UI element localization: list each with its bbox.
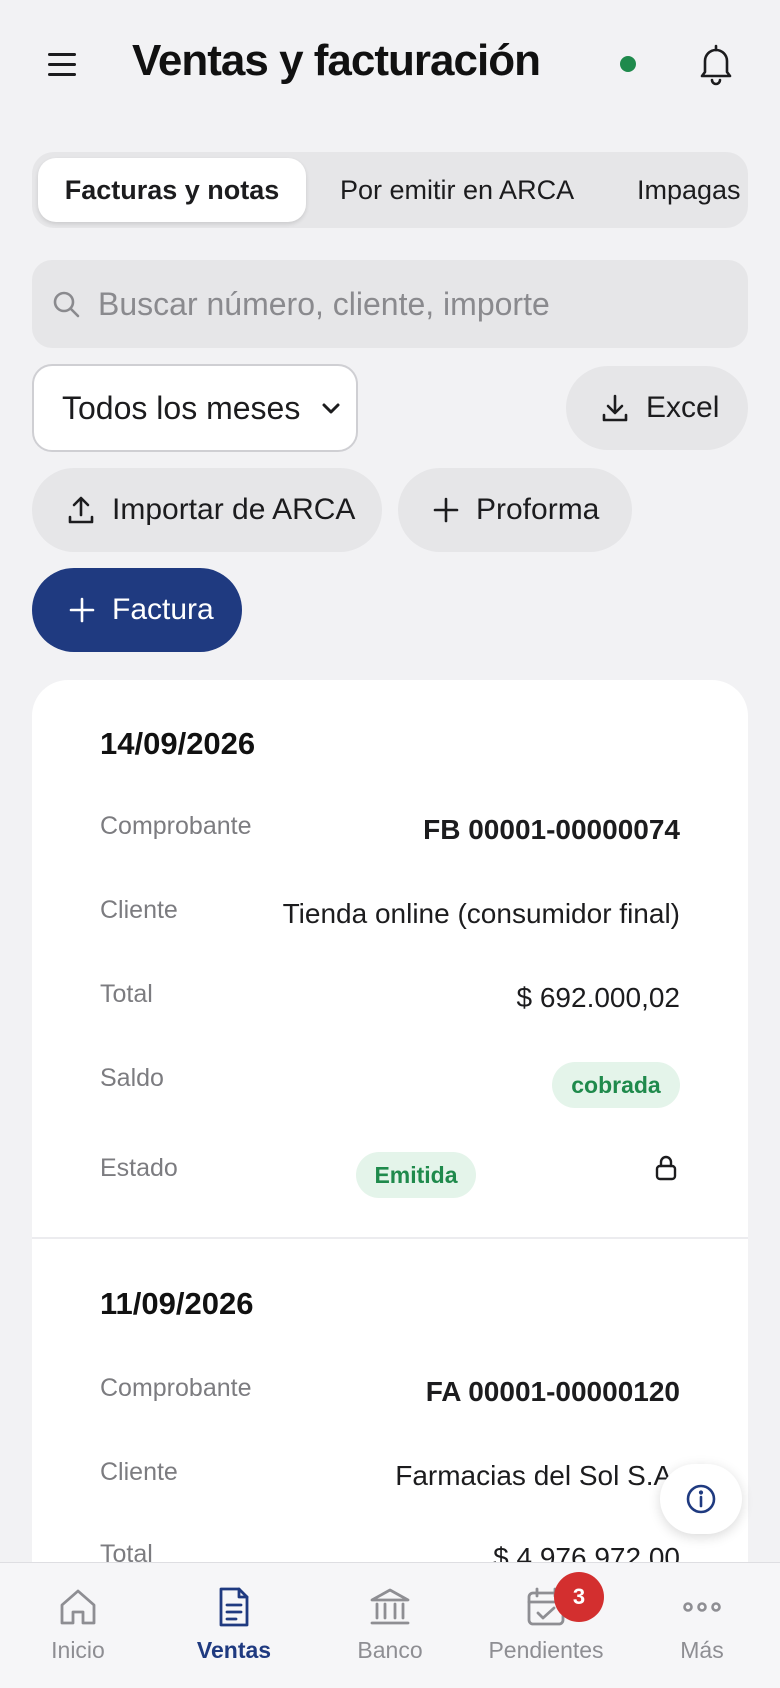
new-factura-button[interactable]: Factura	[32, 568, 242, 652]
nav-pendientes[interactable]: Pendientes	[468, 1563, 624, 1688]
tab-bar: Facturas y notas Por emitir en ARCA Impa…	[32, 152, 748, 228]
saldo-badge: cobrada	[552, 1062, 680, 1108]
estado-badge: Emitida	[356, 1152, 476, 1198]
proforma-button[interactable]: Proforma	[398, 468, 632, 552]
total-label: Total	[100, 980, 153, 1008]
pendientes-count-badge: 3	[554, 1572, 604, 1622]
tab-por-emitir-arca[interactable]: Por emitir en ARCA	[340, 158, 574, 222]
lock-icon	[655, 1155, 677, 1181]
home-icon	[60, 1589, 96, 1625]
comprobante-value: FA 00001-00000120	[425, 1376, 680, 1407]
status-dot-icon	[620, 56, 636, 72]
import-arca-button[interactable]: Importar de ARCA	[32, 468, 382, 552]
chevron-down-icon	[322, 403, 340, 414]
cliente-label: Cliente	[100, 896, 178, 924]
invoice-date: 14/09/2026	[100, 726, 256, 761]
plus-icon	[433, 497, 459, 523]
download-icon	[602, 394, 628, 422]
excel-button[interactable]: Excel	[566, 366, 748, 450]
bottom-nav: Inicio Ventas Banco Pendientes Más	[0, 1562, 780, 1688]
estado-label: Estado	[100, 1154, 178, 1182]
document-icon	[219, 1587, 249, 1627]
invoice-list: 14/09/2026 Comprobante FB 00001-00000074…	[32, 680, 748, 1688]
tab-impagas[interactable]: Impagas	[637, 158, 741, 222]
comprobante-label: Comprobante	[100, 812, 252, 840]
search-icon	[53, 291, 80, 318]
cliente-value: Tienda online (consumidor final)	[282, 898, 680, 929]
nav-inicio[interactable]: Inicio	[0, 1563, 156, 1688]
page-title: Ventas y facturación	[132, 36, 541, 85]
app-header: Ventas y facturación	[0, 0, 780, 130]
cliente-label: Cliente	[100, 1458, 178, 1486]
nav-ventas[interactable]: Ventas	[156, 1563, 312, 1688]
tab-facturas-y-notas[interactable]: Facturas y notas	[38, 158, 306, 222]
month-select[interactable]: Todos los meses	[32, 364, 358, 452]
cliente-value: Farmacias del Sol S.A.	[395, 1460, 680, 1491]
nav-banco[interactable]: Banco	[312, 1563, 468, 1688]
comprobante-value: FB 00001-00000074	[423, 814, 680, 845]
search-input[interactable]	[98, 260, 718, 348]
total-value: $ 692.000,02	[516, 982, 681, 1013]
info-icon	[686, 1484, 716, 1514]
bell-icon[interactable]	[696, 42, 736, 86]
upload-icon	[68, 496, 94, 524]
more-icon	[683, 1602, 721, 1612]
invoice-date: 11/09/2026	[100, 1286, 254, 1321]
divider	[32, 1237, 748, 1239]
bank-icon	[370, 1588, 410, 1625]
search-bar	[32, 260, 748, 348]
saldo-label: Saldo	[100, 1064, 164, 1092]
nav-mas[interactable]: Más	[624, 1563, 780, 1688]
menu-icon[interactable]	[48, 44, 88, 84]
comprobante-label: Comprobante	[100, 1374, 252, 1402]
plus-icon	[69, 597, 95, 623]
invoice-item[interactable]: 14/09/2026 Comprobante FB 00001-00000074…	[32, 680, 748, 1238]
info-button[interactable]	[660, 1464, 742, 1534]
month-select-value: Todos los meses	[62, 389, 301, 426]
